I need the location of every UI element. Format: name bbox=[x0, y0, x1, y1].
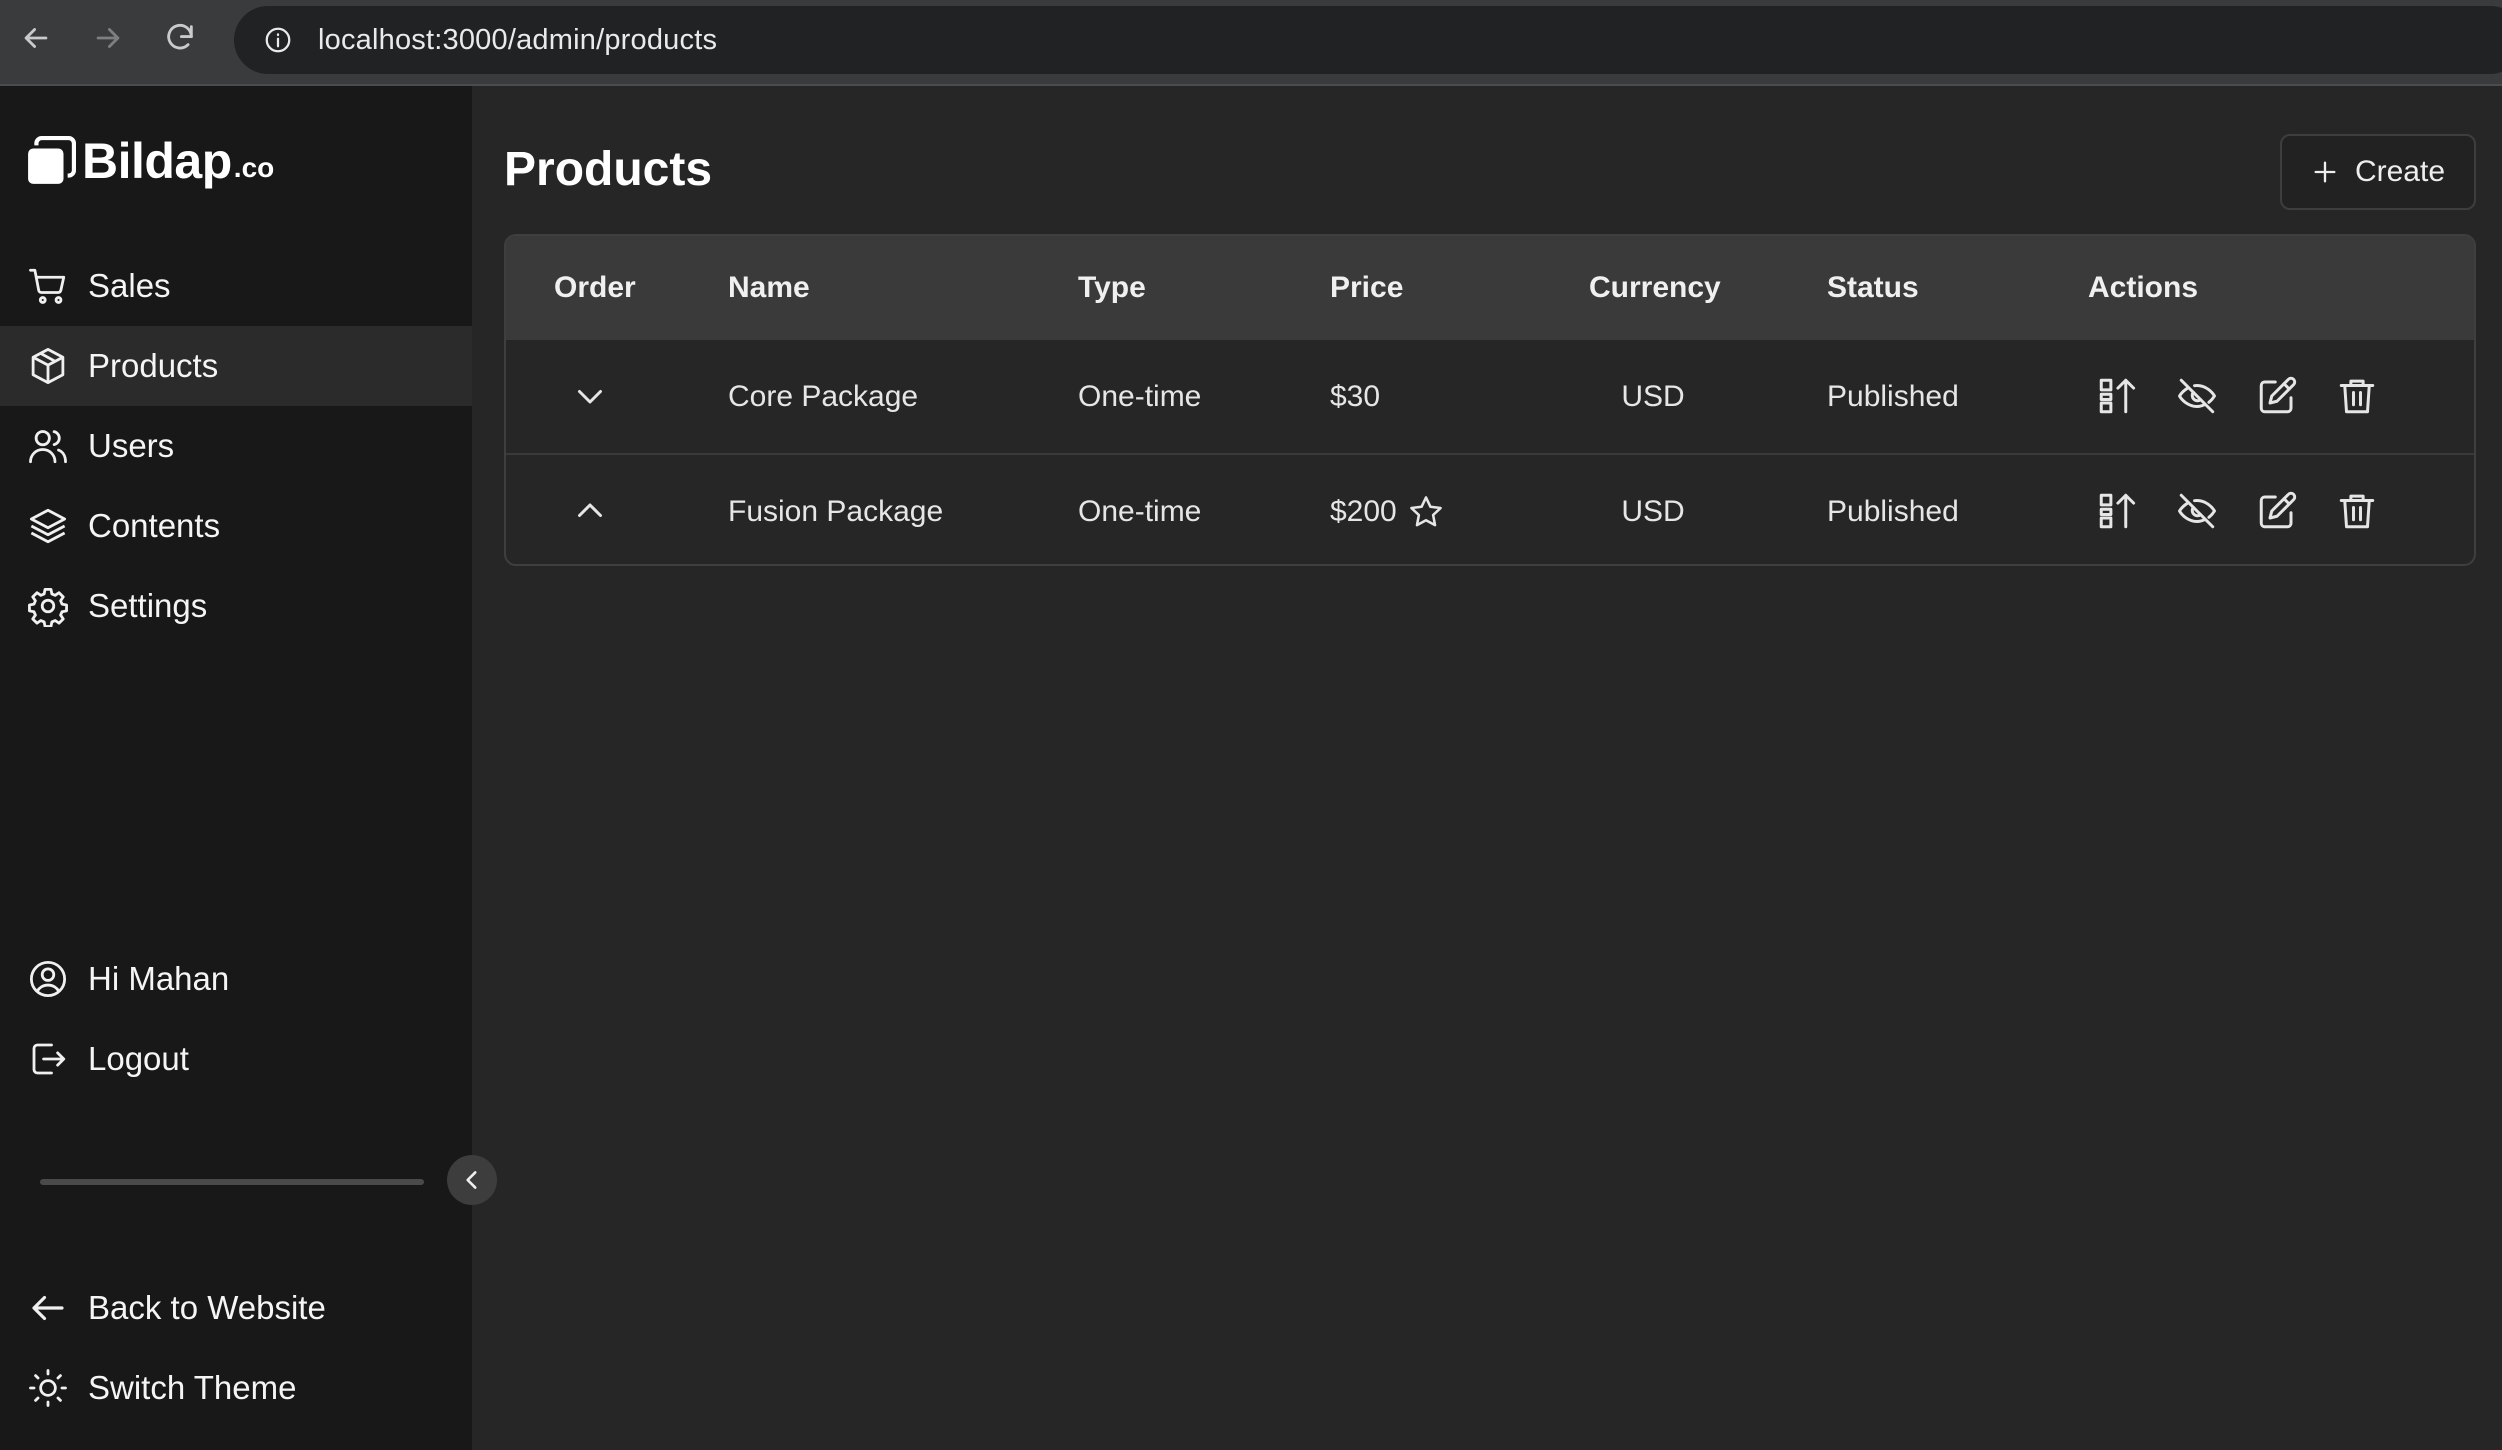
table-header: Order Name Type Price Currency Status Ac… bbox=[506, 236, 2474, 340]
reorder-button[interactable] bbox=[2093, 372, 2141, 420]
header-currency: Currency bbox=[1589, 271, 1721, 304]
page-title: Products bbox=[504, 143, 713, 196]
product-status: Published bbox=[1827, 380, 1959, 413]
logout-label: Logout bbox=[88, 1040, 189, 1077]
sidebar: Bildap .co Sales Products Users Contents… bbox=[0, 86, 497, 1450]
table-row: Core Package One-time $30 USD Published bbox=[506, 340, 2474, 453]
reload-icon bbox=[167, 24, 193, 50]
product-name: Core Package bbox=[728, 380, 919, 413]
switch-theme-label: Switch Theme bbox=[88, 1369, 297, 1406]
layers-icon bbox=[26, 504, 70, 548]
back-to-website-link[interactable]: Back to Website bbox=[0, 1268, 472, 1348]
move-down-button[interactable] bbox=[568, 374, 612, 418]
product-price: $30 bbox=[1330, 340, 1380, 453]
price-value: $30 bbox=[1330, 380, 1381, 413]
user-circle-icon bbox=[26, 957, 70, 1001]
users-icon bbox=[26, 424, 70, 468]
eye-off-icon bbox=[2178, 493, 2216, 529]
table-row: Fusion Package One-time $200 USD Publish… bbox=[506, 453, 2474, 564]
sidebar-item-label: Sales bbox=[88, 267, 171, 304]
logo-icon bbox=[28, 136, 76, 184]
address-bar[interactable]: localhost:3000/admin/products bbox=[234, 6, 2502, 74]
reload-button[interactable] bbox=[144, 2, 216, 74]
brand-logo[interactable]: Bildap .co bbox=[26, 132, 274, 190]
site-info-button[interactable] bbox=[246, 8, 310, 72]
product-currency: USD bbox=[1621, 495, 1685, 528]
price-value: $200 bbox=[1330, 495, 1397, 528]
chevron-up-icon bbox=[578, 503, 602, 517]
product-price: $200 bbox=[1330, 455, 1445, 564]
edit-icon bbox=[2259, 376, 2297, 414]
create-product-button[interactable]: Create bbox=[2280, 134, 2476, 210]
arrow-right-icon bbox=[96, 28, 120, 48]
edit-button[interactable] bbox=[2253, 372, 2301, 420]
logout-button[interactable]: Logout bbox=[0, 1019, 472, 1099]
edit-button[interactable] bbox=[2253, 487, 2301, 535]
sidebar-item-products[interactable]: Products bbox=[0, 326, 472, 406]
back-to-website-label: Back to Website bbox=[88, 1289, 326, 1326]
hide-button[interactable] bbox=[2173, 487, 2221, 535]
cart-icon bbox=[26, 264, 70, 308]
sidebar-item-users[interactable]: Users bbox=[0, 406, 472, 486]
eye-off-icon bbox=[2178, 378, 2216, 414]
product-currency: USD bbox=[1621, 380, 1685, 413]
sidebar-item-sales[interactable]: Sales bbox=[0, 246, 472, 326]
header-order: Order bbox=[554, 271, 636, 304]
arrow-left-icon bbox=[24, 28, 48, 48]
product-type: One-time bbox=[1078, 495, 1202, 528]
main-content: Products Create Order Name Type Price Cu… bbox=[472, 86, 2502, 1450]
trash-icon bbox=[2339, 494, 2375, 529]
create-label: Create bbox=[2354, 155, 2446, 188]
sort-icon bbox=[2099, 378, 2136, 414]
chevron-down-icon bbox=[578, 390, 602, 404]
edit-icon bbox=[2259, 491, 2297, 529]
header-actions: Actions bbox=[2088, 271, 2199, 304]
account-greeting: Hi Mahan bbox=[88, 960, 230, 997]
switch-theme-button[interactable]: Switch Theme bbox=[0, 1348, 472, 1428]
sidebar-item-settings[interactable]: Settings bbox=[0, 566, 472, 646]
sidebar-resize-track[interactable] bbox=[40, 1179, 424, 1185]
reorder-button[interactable] bbox=[2093, 487, 2141, 535]
forward-nav-button[interactable] bbox=[72, 2, 144, 74]
plus-icon bbox=[2314, 161, 2336, 183]
product-name: Fusion Package bbox=[728, 495, 944, 528]
box-icon bbox=[26, 344, 70, 388]
account-profile[interactable]: Hi Mahan bbox=[0, 939, 472, 1019]
header-name: Name bbox=[728, 271, 810, 304]
brand-tld: .co bbox=[233, 152, 275, 183]
product-type: One-time bbox=[1078, 380, 1202, 413]
url-text: localhost:3000/admin/products bbox=[318, 23, 718, 56]
sidebar-item-label: Users bbox=[88, 427, 175, 464]
header-status: Status bbox=[1827, 271, 1919, 304]
hide-button[interactable] bbox=[2173, 372, 2221, 420]
logout-icon bbox=[26, 1037, 70, 1081]
sort-icon bbox=[2099, 493, 2136, 529]
sidebar-item-label: Settings bbox=[88, 587, 208, 624]
move-up-button[interactable] bbox=[568, 489, 612, 533]
star-icon[interactable] bbox=[1407, 493, 1445, 531]
delete-button[interactable] bbox=[2333, 372, 2381, 420]
sun-icon bbox=[26, 1366, 70, 1410]
sidebar-item-label: Contents bbox=[88, 507, 221, 544]
header-type: Type bbox=[1078, 271, 1146, 304]
gear-icon bbox=[26, 584, 70, 628]
arrow-left-icon bbox=[26, 1286, 70, 1330]
sidebar-item-label: Products bbox=[88, 347, 219, 384]
header-price: Price bbox=[1330, 271, 1404, 304]
back-nav-button[interactable] bbox=[0, 2, 72, 74]
sidebar-item-contents[interactable]: Contents bbox=[0, 486, 472, 566]
product-status: Published bbox=[1827, 495, 1959, 528]
brand-name: Bildap bbox=[82, 133, 232, 189]
info-icon bbox=[265, 27, 291, 53]
products-table: Order Name Type Price Currency Status Ac… bbox=[504, 234, 2476, 566]
delete-button[interactable] bbox=[2333, 487, 2381, 535]
browser-toolbar: localhost:3000/admin/products bbox=[0, 0, 2502, 86]
trash-icon bbox=[2339, 379, 2375, 414]
